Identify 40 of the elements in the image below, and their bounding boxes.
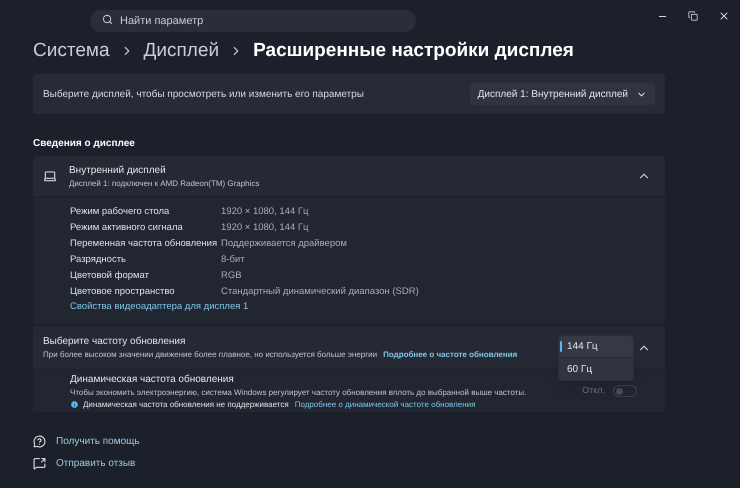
- adapter-link[interactable]: Свойства видеоадаптера для дисплея 1: [70, 300, 665, 316]
- property-value: Поддерживается драйвером: [221, 236, 347, 251]
- breadcrumb-link[interactable]: Дисплей: [144, 36, 220, 66]
- footer-link[interactable]: Получить помощь: [56, 434, 140, 449]
- property-value: Стандартный динамический диапазон (SDR): [221, 284, 419, 299]
- dynamic-refresh-title: Динамическая частота обновления: [70, 372, 235, 386]
- display-select-label: Выберите дисплей, чтобы просмотреть или изменить его параметры: [43, 88, 364, 102]
- toggle-state: Откл.: [582, 384, 605, 398]
- breadcrumb-link[interactable]: Система: [33, 36, 110, 66]
- section-title: Сведения о дисплее: [33, 137, 136, 151]
- property-value: RGB: [221, 268, 242, 283]
- property-label: Цветовое пространство: [70, 284, 176, 299]
- dynamic-refresh-description: Чтобы экономить электроэнергию, система Windows регулирует частоту обновления вплоть до выбранной выше частоты.: [70, 386, 526, 398]
- laptop-icon: [43, 169, 57, 183]
- refresh-description: При более высоком значении движение более плавное, но используется больше энергии: [43, 349, 378, 361]
- display-connection: Дисплей 1: подключен к AMD Radeon(TM) Graphics: [69, 178, 260, 190]
- footer-link[interactable]: Отправить отзыв: [56, 456, 136, 471]
- property-label: Разрядность: [70, 252, 127, 267]
- menu-option[interactable]: 60 Гц: [559, 359, 633, 380]
- property-label: Режим рабочего стола: [70, 204, 170, 219]
- help-icon: [33, 435, 46, 448]
- property-value: 1920 × 1080, 144 Гц: [221, 204, 308, 219]
- property-label: Цветовой формат: [70, 268, 150, 283]
- restore-icon[interactable]: [688, 11, 698, 21]
- property-value: 8-бит: [221, 252, 245, 267]
- feedback-icon: [33, 457, 46, 470]
- refresh-link[interactable]: Подробнее о частоте обновления: [383, 349, 518, 361]
- info-icon: [70, 400, 79, 409]
- unsupported-note: Динамическая частота обновления не поддерживается: [83, 398, 289, 410]
- search-icon: [102, 14, 113, 24]
- page-title: Расширенные настройки дисплея: [253, 38, 574, 63]
- property-label: Переменная частота обновления: [70, 236, 218, 251]
- refresh-title: Выберите частоту обновления: [43, 335, 186, 349]
- menu-option[interactable]: 144 Гц: [559, 336, 633, 357]
- property-value: 1920 × 1080, 144 Гц: [221, 220, 308, 235]
- display-name: Внутренний дисплей: [69, 164, 167, 178]
- close-icon[interactable]: [718, 10, 730, 22]
- display-dropdown[interactable]: Дисплей 1: Внутренний дисплей: [470, 83, 655, 105]
- search-field[interactable]: Найти параметр: [90, 10, 416, 32]
- property-label: Режим активного сигнала: [70, 220, 184, 235]
